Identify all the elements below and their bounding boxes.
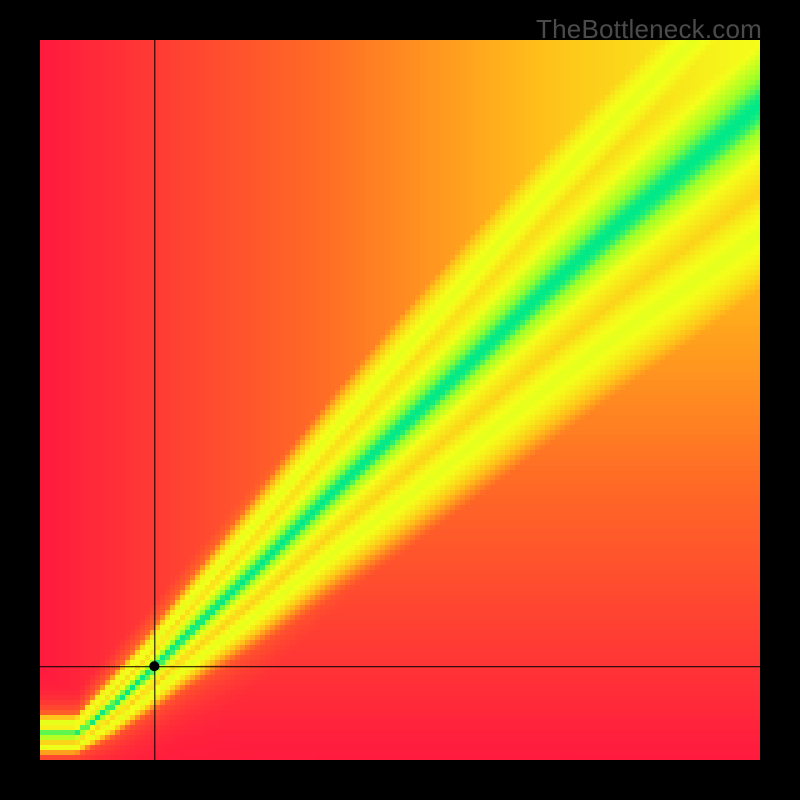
chart-frame: TheBottleneck.com — [0, 0, 800, 800]
bottleneck-heatmap — [40, 40, 760, 760]
watermark-text: TheBottleneck.com — [536, 14, 762, 45]
